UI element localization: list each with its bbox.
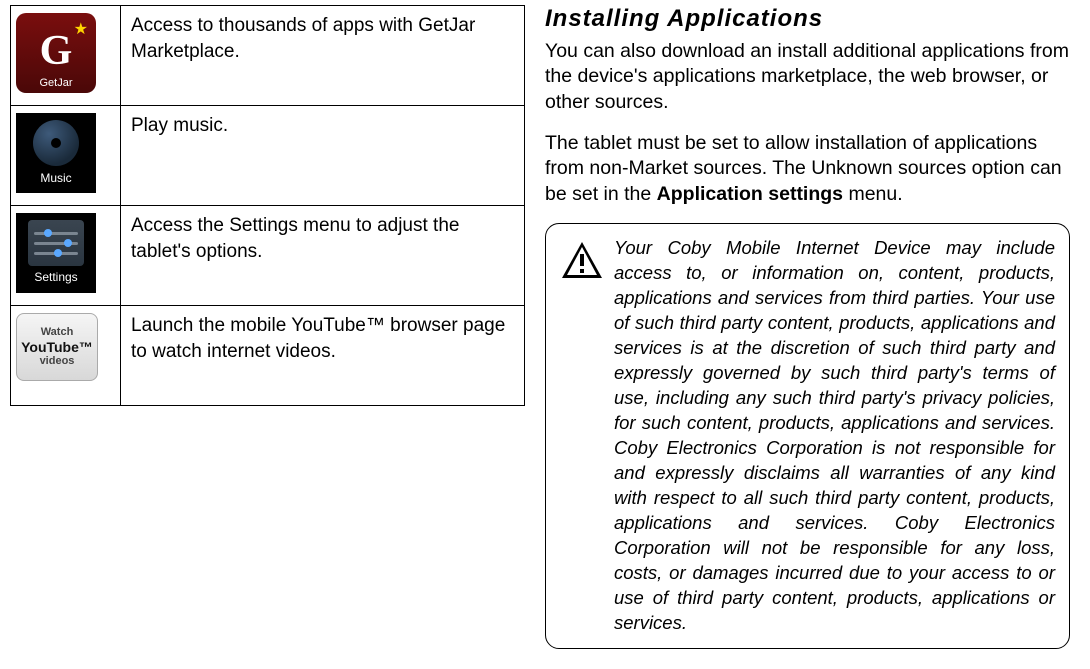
warning-icon (560, 240, 604, 280)
settings-icon: Settings (16, 213, 96, 293)
section-title: Installing Applications (545, 5, 1070, 33)
paragraph: You can also download an install additio… (545, 39, 1070, 115)
disc-icon (33, 120, 79, 166)
sliders-icon (28, 220, 84, 266)
right-column: Installing Applications You can also dow… (545, 5, 1080, 664)
star-icon: ★ (74, 19, 88, 41)
table-row: ★ G GetJar Access to thousands of apps w… (11, 6, 525, 106)
app-icon-cell: ★ G GetJar (11, 6, 121, 106)
music-icon: Music (16, 113, 96, 193)
table-row: Music Play music. (11, 106, 525, 206)
paragraph: The tablet must be set to allow installa… (545, 131, 1070, 207)
getjar-icon: ★ G GetJar (16, 13, 96, 93)
icon-label: Music (40, 170, 71, 186)
table-row: Settings Access the Settings menu to adj… (11, 206, 525, 306)
app-desc: Launch the mobile YouTube™ browser page … (121, 306, 525, 406)
app-desc: Play music. (121, 106, 525, 206)
icon-label: Settings (34, 269, 77, 285)
table-row: Watch YouTube™ videos Launch the mobile … (11, 306, 525, 406)
app-icon-cell: Music (11, 106, 121, 206)
callout-text: Your Coby Mobile Internet Device may inc… (614, 236, 1055, 636)
app-desc: Access the Settings menu to adjust the t… (121, 206, 525, 306)
app-icon-cell: Settings (11, 206, 121, 306)
left-column: ★ G GetJar Access to thousands of apps w… (10, 5, 525, 664)
app-table: ★ G GetJar Access to thousands of apps w… (10, 5, 525, 406)
warning-callout: Your Coby Mobile Internet Device may inc… (545, 223, 1070, 649)
youtube-icon: Watch YouTube™ videos (16, 313, 98, 381)
icon-label: GetJar (16, 76, 96, 91)
app-icon-cell: Watch YouTube™ videos (11, 306, 121, 406)
app-desc: Access to thousands of apps with GetJar … (121, 6, 525, 106)
